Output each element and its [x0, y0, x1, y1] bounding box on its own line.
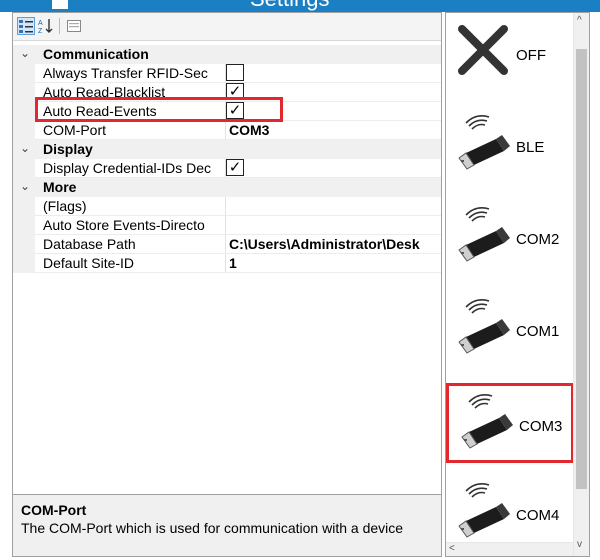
port-label: COM4	[516, 507, 560, 524]
categorized-icon	[19, 20, 33, 33]
property-checkbox[interactable]: ✓	[226, 83, 244, 100]
port-selector-list: OFF BLE COM2 COM1 COM3 COM4 ^ v <	[445, 12, 590, 557]
usb-wireless-dongle-icon	[452, 481, 514, 543]
usb-wireless-dongle-icon	[452, 113, 514, 175]
row-margin	[13, 197, 35, 216]
column-divider	[225, 235, 226, 254]
help-title: COM-Port	[21, 502, 87, 518]
property-name: (Flags)	[43, 198, 87, 214]
property-row-auto-read-blacklist[interactable]: Auto Read-Blacklist ✓	[13, 83, 441, 102]
property-row-display-credential-ids-dec[interactable]: Display Credential-IDs Dec ✓	[13, 159, 441, 178]
property-grid: A Z ⌄ Communication Always Transfer RFID-S…	[12, 12, 442, 557]
usb-wireless-dongle-icon	[455, 392, 517, 454]
property-row-flags[interactable]: (Flags)	[13, 197, 441, 216]
help-pane: COM-Port The COM-Port which is used for …	[13, 494, 441, 556]
scroll-left-icon[interactable]: <	[449, 543, 455, 554]
property-name: Default Site-ID	[43, 255, 135, 271]
property-checkbox[interactable]	[226, 64, 244, 81]
property-row-default-site-id[interactable]: Default Site-ID 1	[13, 254, 441, 273]
property-value[interactable]: C:\Users\Administrator\Desk	[229, 236, 441, 252]
usb-wireless-dongle-icon	[452, 205, 514, 267]
property-checkbox[interactable]: ✓	[226, 159, 244, 176]
row-margin	[13, 83, 35, 102]
vertical-scrollbar[interactable]: ^ v	[573, 13, 589, 556]
row-margin	[13, 235, 35, 254]
property-name: COM-Port	[43, 122, 106, 138]
row-separator	[35, 272, 441, 273]
column-divider	[225, 197, 226, 216]
port-item-com3[interactable]: COM3	[446, 383, 574, 463]
property-value[interactable]: 1	[229, 255, 441, 271]
window-title: Settings	[250, 0, 330, 10]
property-grid-rows: ⌄ Communication Always Transfer RFID-Sec Au…	[13, 45, 441, 273]
row-margin	[13, 254, 35, 273]
property-grid-toolbar: A Z	[13, 13, 441, 41]
category-label: More	[43, 179, 77, 195]
svg-text:A: A	[38, 20, 43, 27]
usb-wireless-dongle-icon	[452, 297, 514, 359]
category-display[interactable]: ⌄ Display	[13, 140, 441, 159]
row-margin	[13, 159, 35, 178]
property-row-auto-read-events[interactable]: Auto Read-Events ✓	[13, 102, 441, 121]
category-communication[interactable]: ⌄ Communication	[13, 45, 441, 64]
row-margin	[13, 102, 35, 121]
scroll-up-icon[interactable]: ^	[577, 15, 582, 26]
property-checkbox[interactable]: ✓	[226, 102, 244, 119]
port-label: COM2	[516, 231, 560, 248]
collapse-caret-icon[interactable]: ⌄	[20, 46, 30, 60]
port-label: BLE	[516, 139, 545, 156]
port-label: OFF	[516, 47, 546, 64]
categorized-view-button[interactable]	[17, 17, 35, 35]
row-margin	[13, 121, 35, 140]
port-item-off[interactable]: OFF	[446, 15, 574, 95]
port-item-ble[interactable]: BLE	[446, 107, 574, 187]
property-name: Always Transfer RFID-Sec	[43, 65, 208, 81]
property-row-auto-store-events-directo[interactable]: Auto Store Events-Directo	[13, 216, 441, 235]
column-divider	[225, 121, 226, 140]
toolbar-separator	[59, 18, 60, 34]
alphabetical-sort-button[interactable]: A Z	[37, 17, 55, 35]
column-divider	[225, 254, 226, 273]
off-x-icon	[452, 21, 514, 83]
port-label: COM1	[516, 323, 560, 340]
sort-az-icon: A Z	[38, 19, 53, 35]
property-name: Display Credential-IDs Dec	[43, 160, 212, 176]
row-margin	[13, 64, 35, 83]
port-label: COM3	[519, 418, 563, 435]
property-value[interactable]: COM3	[229, 122, 441, 138]
property-name: Auto Store Events-Directo	[43, 217, 205, 233]
horizontal-scrollbar[interactable]: <	[446, 542, 573, 556]
property-name: Auto Read-Blacklist	[43, 84, 166, 100]
app-icon	[52, 0, 68, 9]
port-item-com1[interactable]: COM1	[446, 291, 574, 371]
property-row-com-port[interactable]: COM-Port COM3	[13, 121, 441, 140]
property-row-always-transfer-rfid-sec[interactable]: Always Transfer RFID-Sec	[13, 64, 441, 83]
property-pages-button[interactable]	[65, 17, 83, 35]
window-titlebar: Settings	[0, 0, 600, 12]
scroll-down-icon[interactable]: v	[577, 539, 582, 550]
collapse-caret-icon[interactable]: ⌄	[20, 141, 30, 155]
scrollbar-thumb[interactable]	[576, 49, 587, 489]
window-client: A Z ⌄ Communication Always Transfer RFID-S…	[0, 12, 600, 560]
property-pages-icon	[67, 20, 81, 32]
category-more[interactable]: ⌄ More	[13, 178, 441, 197]
property-row-database-path[interactable]: Database Path C:\Users\Administrator\Desk	[13, 235, 441, 254]
category-label: Display	[43, 141, 93, 157]
port-item-com2[interactable]: COM2	[446, 199, 574, 279]
row-margin	[13, 216, 35, 235]
help-description: The COM-Port which is used for communica…	[21, 520, 404, 536]
collapse-caret-icon[interactable]: ⌄	[20, 179, 30, 193]
property-name: Database Path	[43, 236, 136, 252]
column-divider	[225, 216, 226, 235]
property-name: Auto Read-Events	[43, 103, 157, 119]
category-label: Communication	[43, 46, 149, 62]
svg-text:Z: Z	[38, 28, 43, 34]
